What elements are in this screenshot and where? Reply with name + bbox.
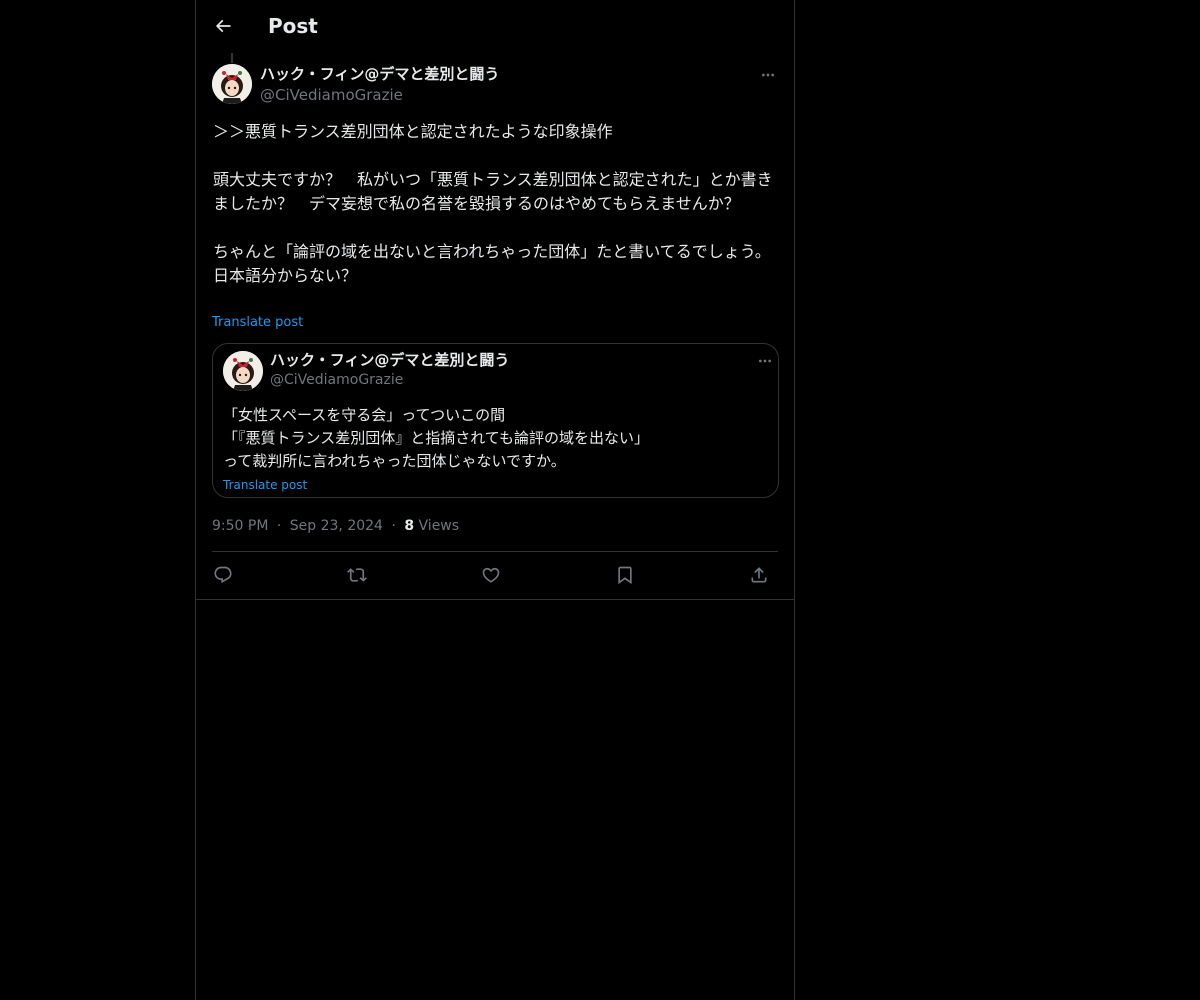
post-text: ＞＞悪質トランス差別団体と認定されたような印象操作 頭大丈夫ですか？ 私がいつ「…: [213, 122, 773, 285]
post-date[interactable]: Sep 23, 2024: [290, 518, 383, 534]
quote-translate-post-link[interactable]: Translate post: [223, 477, 307, 493]
author-handle[interactable]: @CiVediamoGrazie: [260, 85, 403, 105]
share-button[interactable]: [744, 560, 774, 590]
bookmark-button[interactable]: [610, 560, 640, 590]
post-detail-column: Post ハック・フィン@デマと差別と闘う @CiVediamoGrazie ＞…: [195, 0, 795, 1000]
meta-separator: ·: [391, 518, 396, 534]
avatar-image: [223, 351, 263, 391]
more-horizontal-icon: [759, 359, 771, 363]
author-name[interactable]: ハック・フィン@デマと差別と闘う: [260, 64, 499, 84]
avatar[interactable]: [212, 64, 252, 104]
heart-icon: [482, 567, 500, 583]
post-metadata: 9:50 PM · Sep 23, 2024 · 8 Views: [212, 516, 459, 536]
repost-button[interactable]: [342, 560, 372, 590]
action-bar: [212, 560, 778, 590]
views-label: Views: [418, 518, 460, 534]
meta-separator: ·: [276, 518, 282, 534]
back-button[interactable]: [208, 11, 238, 41]
share-icon: [751, 567, 767, 583]
post-time[interactable]: 9:50 PM: [212, 518, 268, 534]
more-options-button[interactable]: [756, 65, 780, 85]
thread-connector-line: [231, 53, 233, 63]
quote-author-handle: @CiVediamoGrazie: [270, 372, 404, 388]
divider: [212, 551, 778, 552]
repost-icon: [347, 568, 367, 582]
quote-text: 「女性スペースを守る会」ってついこの間 「『悪質トランス差別団体』と指摘されても…: [223, 406, 650, 470]
bookmark-icon: [618, 566, 632, 585]
like-button[interactable]: [476, 560, 506, 590]
more-horizontal-icon: [762, 73, 774, 77]
views-count: 8: [404, 518, 415, 534]
arrow-left-icon: [215, 19, 231, 33]
post-bottom-border: [196, 599, 794, 600]
page-header: Post: [196, 0, 794, 53]
translate-post-link[interactable]: Translate post: [212, 315, 303, 331]
quote-avatar[interactable]: [223, 351, 263, 391]
quote-more-options-button[interactable]: [753, 351, 777, 371]
page-title: Post: [268, 14, 318, 38]
avatar-image: [212, 64, 252, 104]
quoted-post-card[interactable]: ハック・フィン@デマと差別と闘う @CiVediamoGrazie 「女性スペー…: [212, 343, 779, 498]
reply-icon: [214, 566, 232, 584]
reply-button[interactable]: [208, 560, 238, 590]
quote-author-name: ハック・フィン@デマと差別と闘う: [270, 351, 510, 369]
